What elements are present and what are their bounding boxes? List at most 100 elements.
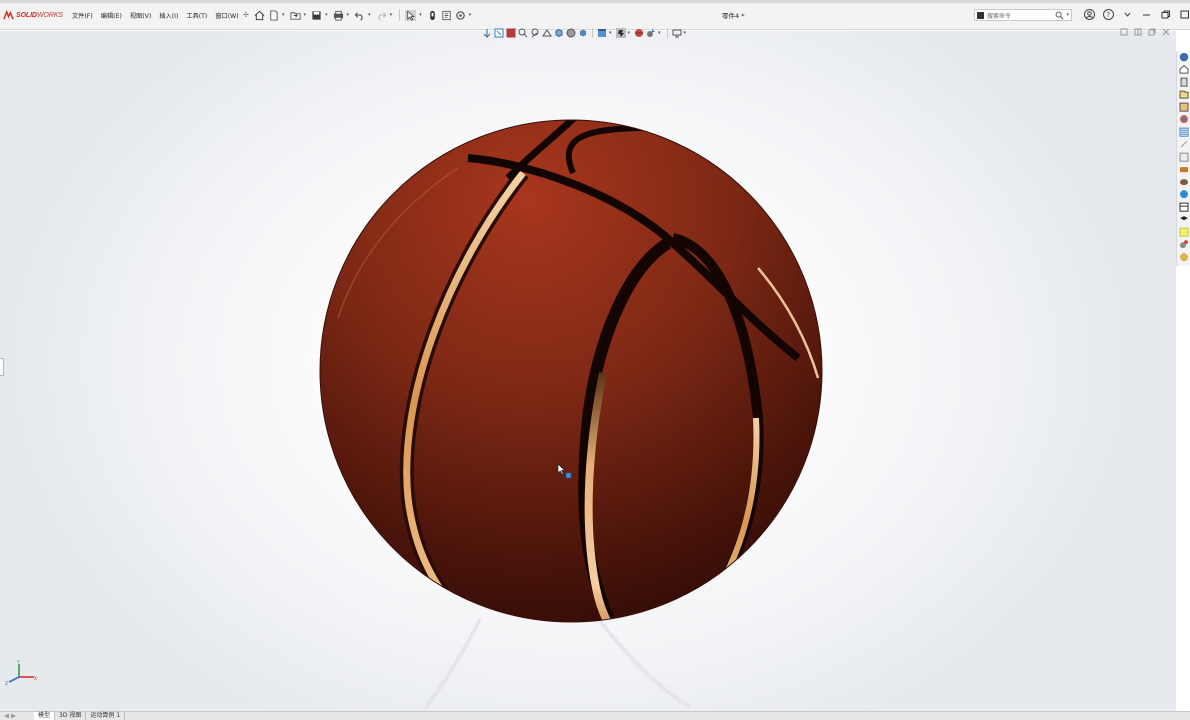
menu-tools[interactable]: 工具(T) [186,11,207,20]
toolbar-separator [399,9,401,21]
select-dropdown-icon[interactable]: ▾ [419,12,422,18]
view-toolbar-separator [592,27,593,38]
redo-icon[interactable] [376,10,387,21]
menu-bar: 文件(F) 编辑(E) 视图(V) 插入(I) 工具(T) 窗口(W) [72,11,239,20]
save-icon[interactable] [311,10,322,21]
custom-properties-icon[interactable] [1179,114,1189,124]
view-settings-dropdown-icon[interactable]: ▾ [658,30,661,36]
undo-dropdown-icon[interactable]: ▾ [368,12,371,18]
solidworks-logo[interactable]: SOLIDWORKS [3,9,63,21]
graphics-area[interactable]: Y X Z [0,31,1176,711]
new-dropdown-icon[interactable]: ▾ [282,12,285,18]
addin-icon[interactable] [1179,239,1189,249]
toolbox-icon[interactable] [1179,127,1189,137]
options-dropdown-icon[interactable]: ▾ [469,12,472,18]
document-recovery-icon[interactable] [1179,189,1189,199]
dynamic-annotation-icon[interactable] [542,28,552,38]
doc-maximize-icon[interactable] [1148,28,1156,36]
view-settings-icon[interactable] [634,28,644,38]
materials-icon[interactable] [1179,164,1189,174]
display-pane-icon[interactable] [646,28,656,38]
forum-icon[interactable] [1179,152,1189,162]
view-orientation-cube-icon[interactable] [554,28,564,38]
learning-icon[interactable] [1179,202,1189,212]
quick-access-toolbar: ▾ ▾ ▾ ▾ ▾ ▾ ▾ ▾ [254,9,473,21]
command-prompt-icon [977,11,984,19]
menu-file[interactable]: 文件(F) [72,11,93,20]
hide-show-icon[interactable] [578,28,588,38]
select-icon[interactable] [405,9,417,21]
scene-dropdown-icon[interactable]: ▾ [628,30,631,36]
note-icon[interactable] [1179,214,1189,224]
basketball-model[interactable] [318,118,824,624]
menu-view[interactable]: 视图(V) [130,11,151,20]
previous-view-icon[interactable] [518,28,528,38]
rebuild-icon[interactable] [427,10,438,21]
search-icon[interactable] [1055,11,1064,20]
restore-icon[interactable] [1159,8,1172,21]
help-dropdown-icon[interactable] [1121,8,1134,21]
zoom-area-icon[interactable] [506,28,516,38]
search-commands-box[interactable]: 搜索命令 ▾ [974,9,1072,21]
print-icon[interactable] [333,10,344,21]
home-icon[interactable] [254,10,265,21]
section-view-icon[interactable] [530,28,540,38]
settings-icon[interactable] [1179,227,1189,237]
menu-window[interactable]: 窗口(W) [215,11,238,20]
task-pane-tabs [1176,51,1190,266]
search-input[interactable]: 搜索命令 [987,11,1055,20]
redo-dropdown-icon[interactable]: ▾ [390,12,393,18]
view-orientation-icon[interactable] [482,28,492,38]
pin-menu-icon[interactable]: ✢ [243,11,249,19]
display-style-icon[interactable] [566,28,576,38]
svg-text:?: ? [1106,11,1110,19]
help-icon[interactable]: ? [1102,8,1115,21]
undo-icon[interactable] [354,10,365,21]
doc-close-icon[interactable] [1162,28,1170,36]
ds-logo-icon [3,9,14,19]
tab-scroll-arrows[interactable] [0,712,34,720]
bottom-tab-bar: 模型 3D 视图 运动算例 1 [0,711,1190,720]
open-icon[interactable] [289,10,301,21]
view-toolbar-separator-2 [666,27,668,38]
appearance-dropdown-icon[interactable]: ▾ [609,30,612,36]
edit-appearance-icon[interactable] [597,28,607,38]
plugin-icon[interactable] [1179,177,1189,187]
search-dropdown-icon[interactable]: ▾ [1066,12,1069,18]
svg-text:Y: Y [16,660,20,666]
scroll-left-icon[interactable] [4,713,9,719]
svg-text:Z: Z [5,681,8,685]
print-dropdown-icon[interactable]: ▾ [347,12,350,18]
appearances-icon[interactable] [1179,102,1189,112]
apply-scene-icon[interactable] [615,27,626,38]
design-library-icon[interactable] [1179,64,1189,75]
extension-icon[interactable] [1179,252,1189,262]
3d-content-icon[interactable] [1179,139,1189,149]
scroll-right-icon[interactable] [11,714,16,719]
open-dropdown-icon[interactable]: ▾ [304,12,307,18]
tab-motion-study-1[interactable]: 运动算例 1 [86,712,126,720]
solidworks-resources-icon[interactable] [1179,52,1189,62]
monitor-icon[interactable] [672,28,682,38]
file-explorer-icon[interactable] [1179,77,1189,87]
options-icon[interactable] [455,10,466,21]
doc-restore-icon[interactable] [1120,28,1128,36]
reference-triad-icon: Y X Z [5,660,37,686]
feature-manager-expand-handle[interactable] [0,358,4,376]
user-account-icon[interactable] [1083,8,1096,21]
minimize-icon[interactable] [1140,8,1153,21]
doc-tile-icon[interactable] [1134,28,1142,36]
new-document-icon[interactable] [268,9,279,21]
save-dropdown-icon[interactable]: ▾ [325,12,328,18]
file-properties-icon[interactable] [441,10,452,21]
monitor-dropdown-icon[interactable]: ▾ [684,30,687,36]
menu-insert[interactable]: 插入(I) [159,11,178,20]
tab-3d-views[interactable]: 3D 视图 [55,712,87,720]
view-palette-icon[interactable] [1179,89,1189,100]
zoom-to-fit-icon[interactable] [494,28,504,38]
menu-edit[interactable]: 编辑(E) [101,11,122,20]
tab-model[interactable]: 模型 [34,712,56,720]
maximize-icon[interactable] [1178,8,1190,21]
document-window-controls [1120,28,1170,36]
svg-text:X: X [34,676,37,682]
